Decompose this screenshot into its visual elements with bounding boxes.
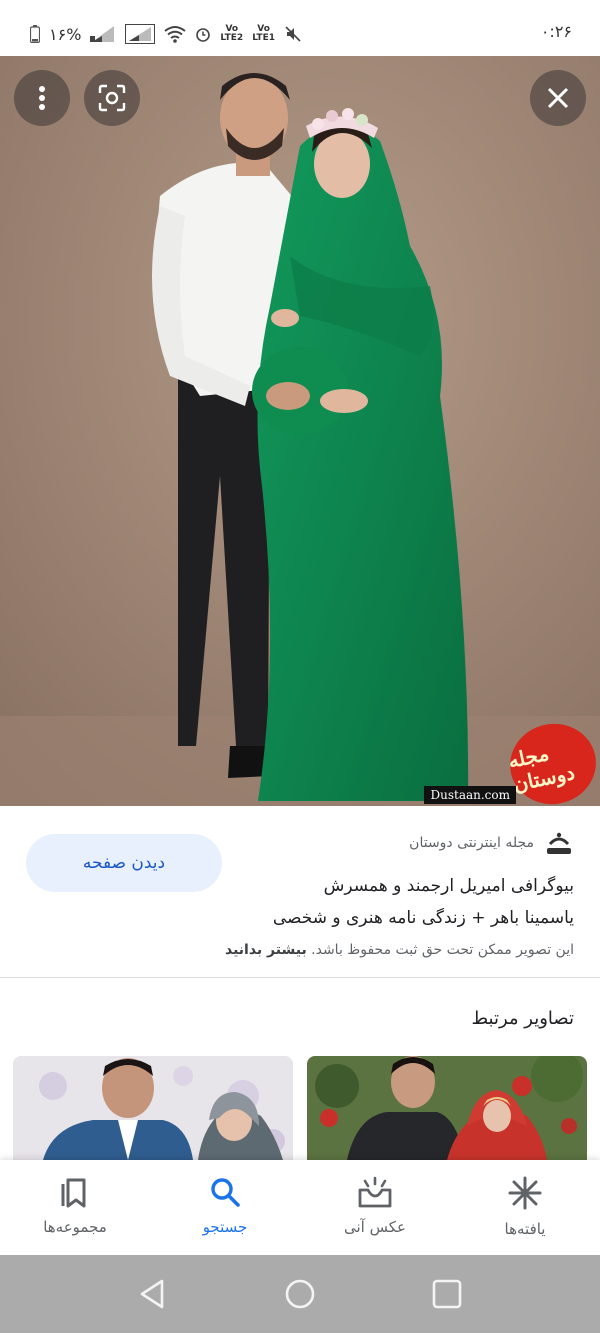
battery-percent: ١۶% [49,24,82,44]
status-icons: ١۶% Vo LTE2 Vo LTE1 [30,20,302,48]
signal-icon [125,24,156,44]
copyright-notice: این تصویر ممکن تحت حق ثبت محفوظ باشد. بی… [225,942,574,958]
status-bar: ١۶% Vo LTE2 Vo LTE1 ٠:٢۶ [0,0,600,56]
home-icon[interactable] [284,1278,316,1310]
close-button[interactable] [530,70,586,126]
watermark: مجله دوستان Dustaan.com [420,715,600,806]
nav-label: مجموعه‌ها [43,1218,107,1236]
nav-discover[interactable]: یافته‌ها [450,1160,600,1255]
wifi-icon [164,26,187,43]
lens-icon [98,84,126,112]
volte-2-indicator: Vo LTE2 [220,24,244,43]
recents-icon[interactable] [432,1279,462,1309]
signal-icon [90,26,115,42]
notice-text: این تصویر ممکن تحت حق ثبت محفوظ باشد. [311,942,574,958]
image-title[interactable]: بیوگرافی امیریل ارجمند و همسرش یاسمینا ب… [244,870,574,934]
bottom-navigation: مجموعه‌ها جستجو عکس آنی یافته‌ها [0,1160,600,1255]
clock: ٠:٢۶ [540,22,572,41]
related-thumbnail [307,1056,587,1160]
alarm-icon [196,28,211,42]
nav-label: یافته‌ها [504,1220,546,1238]
more-vert-icon [39,86,45,110]
system-navigation-bar [0,1255,600,1333]
couple-photo [0,56,600,806]
battery-icon [30,25,40,43]
related-image-2[interactable] [307,1056,587,1160]
image-info-panel: دیدن صفحه مجله اینترنتی دوستان بیوگرافی … [0,806,600,978]
bookmarks-icon [61,1178,86,1208]
more-options-button[interactable] [14,70,70,126]
source-name: مجله اینترنتی دوستان [409,835,534,851]
related-image-1[interactable] [13,1056,293,1160]
divider [0,977,600,978]
nav-label: جستجو [202,1218,248,1236]
title-line-1: بیوگرافی امیریل ارجمند و همسرش [323,876,574,896]
close-icon [547,87,569,109]
learn-more-link[interactable]: بیشتر بدانید [225,942,307,958]
source-row[interactable]: مجله اینترنتی دوستان [409,830,574,856]
nav-collections[interactable]: مجموعه‌ها [0,1160,150,1255]
title-line-2: یاسمینا باهر + زندگی نامه هنری و شخصی [272,908,574,928]
search-icon [211,1178,240,1207]
related-images-title: تصاویر مرتبط [471,1008,574,1029]
nav-snapshot[interactable]: عکس آنی [300,1160,450,1255]
volte-1-indicator: Vo LTE1 [252,24,275,43]
related-thumbnail [13,1056,293,1160]
watermark-site: Dustaan.com [424,786,516,804]
nav-search[interactable]: جستجو [150,1160,300,1255]
watermark-seal: مجله دوستان [502,715,600,806]
nav-label: عکس آنی [344,1218,406,1236]
visit-page-button[interactable]: دیدن صفحه [26,834,222,892]
back-icon[interactable] [138,1278,168,1310]
mute-icon [285,26,301,42]
discover-icon [508,1176,542,1210]
snapshot-icon [358,1176,392,1208]
lens-button[interactable] [84,70,140,126]
image-viewer[interactable]: مجله دوستان Dustaan.com [0,56,600,806]
source-logo-icon [547,832,571,854]
